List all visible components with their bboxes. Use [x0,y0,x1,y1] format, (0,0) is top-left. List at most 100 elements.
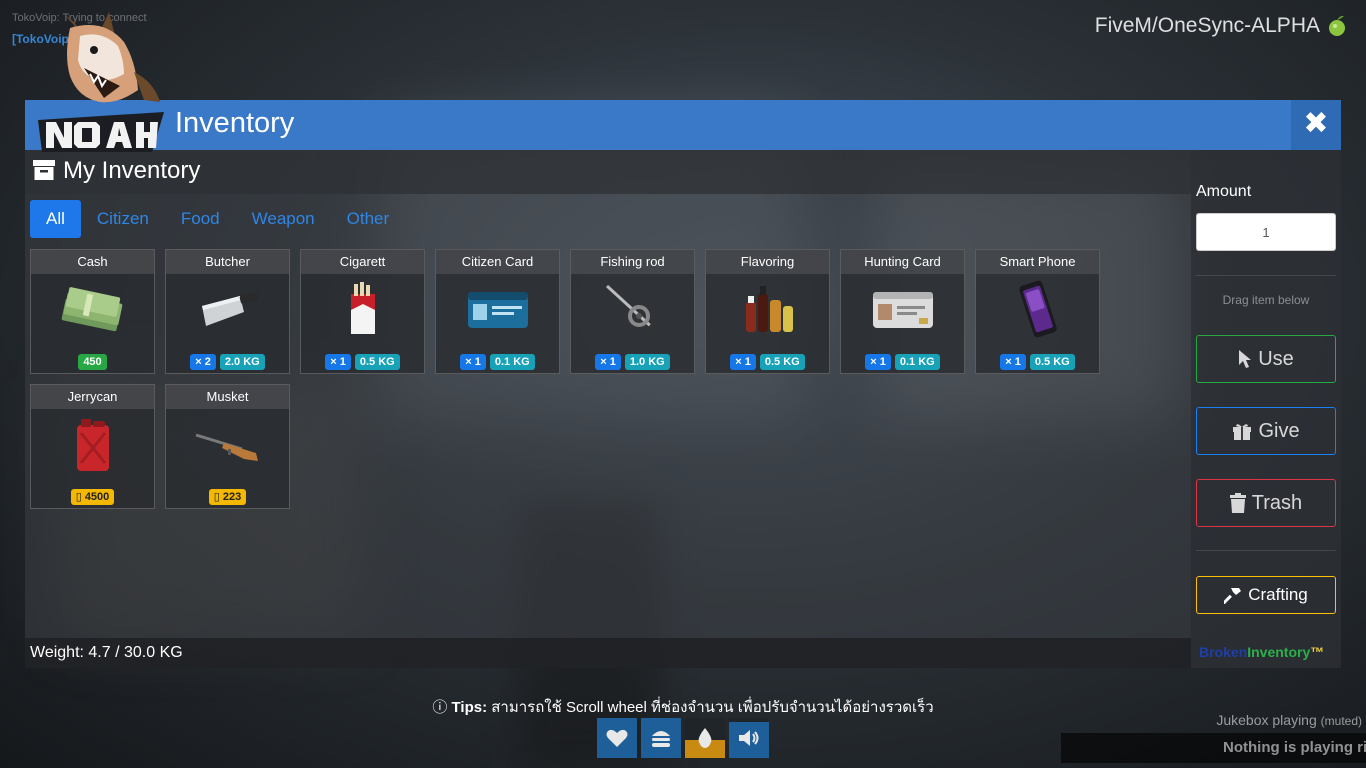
quantity-badge: × 1 [1000,354,1026,370]
item-label: Musket [166,385,289,409]
inventory-item-musket[interactable]: Musket ▯ 223 [165,384,290,509]
quantity-badge: × 1 [730,354,756,370]
use-button[interactable]: Use [1196,335,1336,383]
tab-other[interactable]: Other [331,200,406,238]
inventory-item-flavoring[interactable]: Flavoring × 1 0.5 KG [705,249,830,374]
item-label: Smart Phone [976,250,1099,274]
trash-icon [1229,493,1246,513]
item-label: Fishing rod [571,250,694,274]
close-button[interactable]: ✖ [1291,100,1341,150]
fivem-leaf-icon [1329,15,1345,36]
brand-part-2: Inventory [1247,644,1311,660]
heart-icon [606,729,628,747]
jukebox-label: Jukebox playing (muted) [1216,712,1362,728]
weight-bar: Weight: 4.7 / 30.0 KG [25,638,1191,668]
inventory-window: Inventory ✖ My Inventory All Citizen Foo… [25,100,1341,668]
panel-header: My Inventory [25,150,1191,194]
quantity-badge: × 2 [190,354,216,370]
give-button[interactable]: Give [1196,407,1336,455]
ammo-bullet-icon: ▯ [75,491,85,503]
tab-all[interactable]: All [30,200,81,238]
tips-prefix: Tips: [451,699,488,716]
weight-badge: 0.1 KG [489,354,535,370]
now-playing-text: Nothing is playing right now [1223,739,1366,756]
water-drop-icon [698,728,712,748]
hunting-card-icon [873,292,933,328]
category-tabs: All Citizen Food Weapon Other [30,200,405,240]
inventory-item-butcher[interactable]: Butcher × 2 2.0 KG [165,249,290,374]
quantity-badge: × 1 [460,354,486,370]
trash-label: Trash [1251,491,1303,514]
amount-label: Amount [1196,183,1252,200]
ammo-badge: ▯ 223 [208,489,247,505]
trash-button[interactable]: Trash [1196,479,1336,527]
item-label: Flavoring [706,250,829,274]
weight-badge: 0.1 KG [894,354,940,370]
item-label: Cigarett [301,250,424,274]
info-circle-icon: ⓘ [432,699,452,716]
panel-title: My Inventory [63,157,201,184]
jukebox-bar: Nothing is playing right now [1061,733,1366,763]
archive-box-icon [33,160,55,180]
divider [1196,550,1336,551]
weight-text: Weight: 4.7 / 30.0 KG [30,644,183,661]
amount-input[interactable] [1196,213,1336,251]
pointer-icon [1239,350,1252,368]
weight-badge: 1.0 KG [624,354,670,370]
item-label: Citizen Card [436,250,559,274]
brand-part-1: Broken [1199,644,1248,660]
brand-part-3: ™ [1310,644,1325,660]
weight-badge: 0.5 KG [1029,354,1075,370]
speaker-icon [739,730,759,746]
divider [1196,275,1336,276]
voice-status [729,718,769,758]
my-inventory-panel: My Inventory All Citizen Food Weapon Oth… [25,150,1191,668]
burger-icon [652,731,670,747]
hunger-status [641,718,681,758]
tab-food[interactable]: Food [165,200,236,238]
item-label: Cash [31,250,154,274]
thirst-status [685,718,725,758]
weight-badge: 0.5 KG [354,354,400,370]
quantity-badge: × 1 [865,354,891,370]
cash-amount-badge: 450 [78,354,107,370]
quantity-badge: × 1 [595,354,621,370]
crafting-label: Crafting [1248,585,1308,604]
musket-icon [195,433,258,461]
inventory-item-citizen-card[interactable]: Citizen Card × 1 0.1 KG [435,249,560,374]
cleaver-icon [202,292,259,326]
inventory-item-hunting-card[interactable]: Hunting Card × 1 0.1 KG [840,249,965,374]
item-label: Butcher [166,250,289,274]
inventory-item-fishing-rod[interactable]: Fishing rod × 1 1.0 KG [570,249,695,374]
crafting-button[interactable]: Crafting [1196,576,1336,614]
inventory-item-smart-phone[interactable]: Smart Phone × 1 0.5 KG [975,249,1100,374]
smartphone-icon [1019,280,1057,338]
server-name: FiveM/OneSync-ALPHA [1094,14,1320,37]
noah-wolf-logo [38,12,164,152]
weight-badge: 2.0 KG [219,354,265,370]
tips-text: สามารถใช้ Scroll wheel ที่ช่องจำนวน เพื่… [491,699,934,716]
cash-stack-icon [61,287,123,332]
give-label: Give [1258,419,1300,442]
action-panel: Amount Drag item below Use Give Trash Cr… [1191,150,1341,668]
jukebox-title: Jukebox playing [1216,712,1317,728]
jukebox-state: (muted) [1320,714,1362,728]
tab-weapon[interactable]: Weapon [236,200,331,238]
inventory-item-cigarett[interactable]: Cigarett × 1 0.5 KG [300,249,425,374]
window-title: Inventory [175,107,295,139]
gift-icon [1233,424,1252,440]
ammo-count: 223 [222,491,242,503]
weight-badge: 0.5 KG [759,354,805,370]
ammo-badge: ▯ 4500 [70,489,115,505]
drag-hint: Drag item below [1222,293,1310,307]
use-label: Use [1258,347,1294,370]
inventory-item-cash[interactable]: Cash 450 [30,249,155,374]
tab-citizen[interactable]: Citizen [81,200,165,238]
hammer-icon [1224,588,1242,604]
tips-line: ⓘ Tips: สามารถใช้ Scroll wheel ที่ช่องจำ… [0,695,1366,719]
inventory-item-jerrycan[interactable]: Jerrycan ▯ 4500 [30,384,155,509]
item-label: Hunting Card [841,250,964,274]
status-hud [597,718,769,758]
ammo-bullet-icon: ▯ [213,491,223,503]
item-label: Jerrycan [31,385,154,409]
